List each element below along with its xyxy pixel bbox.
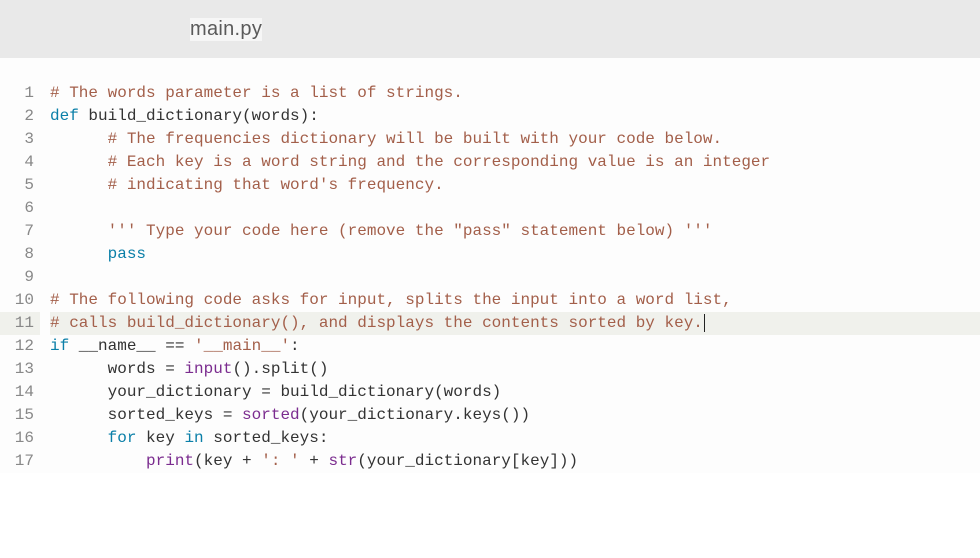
code-line[interactable]: words = input().split() (50, 358, 980, 381)
line-number-gutter: 1234567891011121314151617 (0, 82, 40, 473)
builtin: print (146, 452, 194, 470)
line-number: 7 (0, 220, 40, 243)
code-text: __name__ == (69, 337, 194, 355)
keyword: in (184, 429, 203, 447)
code-text: (key + (194, 452, 261, 470)
keyword: pass (108, 245, 146, 263)
code-line[interactable]: print(key + ': ' + str(your_dictionary[k… (50, 450, 980, 473)
code-text: ().split() (232, 360, 328, 378)
line-number: 9 (0, 266, 40, 289)
line-number: 5 (0, 174, 40, 197)
line-number: 14 (0, 381, 40, 404)
line-number: 16 (0, 427, 40, 450)
code-text: sorted_keys = (108, 406, 242, 424)
code-line[interactable] (50, 197, 980, 220)
keyword: for (108, 429, 137, 447)
code-text: key (136, 429, 184, 447)
indent (50, 429, 108, 447)
code-line[interactable]: # Each key is a word string and the corr… (50, 151, 980, 174)
comment-text: # The following code asks for input, spl… (50, 291, 732, 309)
line-number: 3 (0, 128, 40, 151)
string-literal: ': ' (261, 452, 299, 470)
code-line[interactable]: # The frequencies dictionary will be bui… (50, 128, 980, 151)
code-text: + (300, 452, 329, 470)
code-text: your_dictionary = build_dictionary(words… (108, 383, 502, 401)
code-editor[interactable]: 1234567891011121314151617 # The words pa… (0, 58, 980, 473)
comment-text: # indicating that word's frequency. (108, 176, 444, 194)
comment-text: # The words parameter is a list of strin… (50, 84, 463, 102)
code-line[interactable]: sorted_keys = sorted(your_dictionary.key… (50, 404, 980, 427)
identifier: build_dictionary(words): (88, 107, 318, 125)
code-text: sorted_keys: (204, 429, 329, 447)
line-number: 6 (0, 197, 40, 220)
keyword: def (50, 107, 88, 125)
builtin: sorted (242, 406, 300, 424)
code-line[interactable]: ''' Type your code here (remove the "pas… (50, 220, 980, 243)
code-text: (your_dictionary[key])) (357, 452, 578, 470)
code-text: (your_dictionary.keys()) (300, 406, 530, 424)
line-number: 2 (0, 105, 40, 128)
line-number: 1 (0, 82, 40, 105)
code-line[interactable]: pass (50, 243, 980, 266)
text-cursor (704, 314, 705, 332)
active-filename-tab[interactable]: main.py (190, 18, 262, 41)
code-line[interactable]: def build_dictionary(words): (50, 105, 980, 128)
indent (50, 245, 108, 263)
indent (50, 383, 108, 401)
string-literal: '__main__' (194, 337, 290, 355)
indent (50, 452, 146, 470)
indent (50, 222, 108, 240)
code-text: words = (108, 360, 185, 378)
code-line[interactable]: # The following code asks for input, spl… (50, 289, 980, 312)
code-line[interactable]: for key in sorted_keys: (50, 427, 980, 450)
line-number: 8 (0, 243, 40, 266)
indent (50, 130, 108, 148)
code-area[interactable]: # The words parameter is a list of strin… (50, 82, 980, 473)
indent (50, 153, 108, 171)
indent (50, 176, 108, 194)
keyword: if (50, 337, 69, 355)
comment-text: # The frequencies dictionary will be bui… (108, 130, 723, 148)
code-line[interactable]: # The words parameter is a list of strin… (50, 82, 980, 105)
comment-text: # Each key is a word string and the corr… (108, 153, 771, 171)
code-text: : (290, 337, 300, 355)
code-line-highlighted[interactable]: # calls build_dictionary(), and displays… (50, 312, 980, 335)
code-line[interactable]: your_dictionary = build_dictionary(words… (50, 381, 980, 404)
line-number: 10 (0, 289, 40, 312)
builtin: str (328, 452, 357, 470)
comment-text: # calls build_dictionary(), and displays… (50, 314, 703, 332)
editor-header: main.py (0, 0, 980, 58)
line-number: 4 (0, 151, 40, 174)
line-number: 17 (0, 450, 40, 473)
line-number: 13 (0, 358, 40, 381)
code-line[interactable]: if __name__ == '__main__': (50, 335, 980, 358)
code-line[interactable] (50, 266, 980, 289)
line-number: 11 (0, 312, 40, 335)
string-literal: ''' Type your code here (remove the "pas… (108, 222, 713, 240)
indent (50, 406, 108, 424)
line-number: 15 (0, 404, 40, 427)
indent (50, 360, 108, 378)
builtin: input (184, 360, 232, 378)
code-line[interactable]: # indicating that word's frequency. (50, 174, 980, 197)
line-number: 12 (0, 335, 40, 358)
